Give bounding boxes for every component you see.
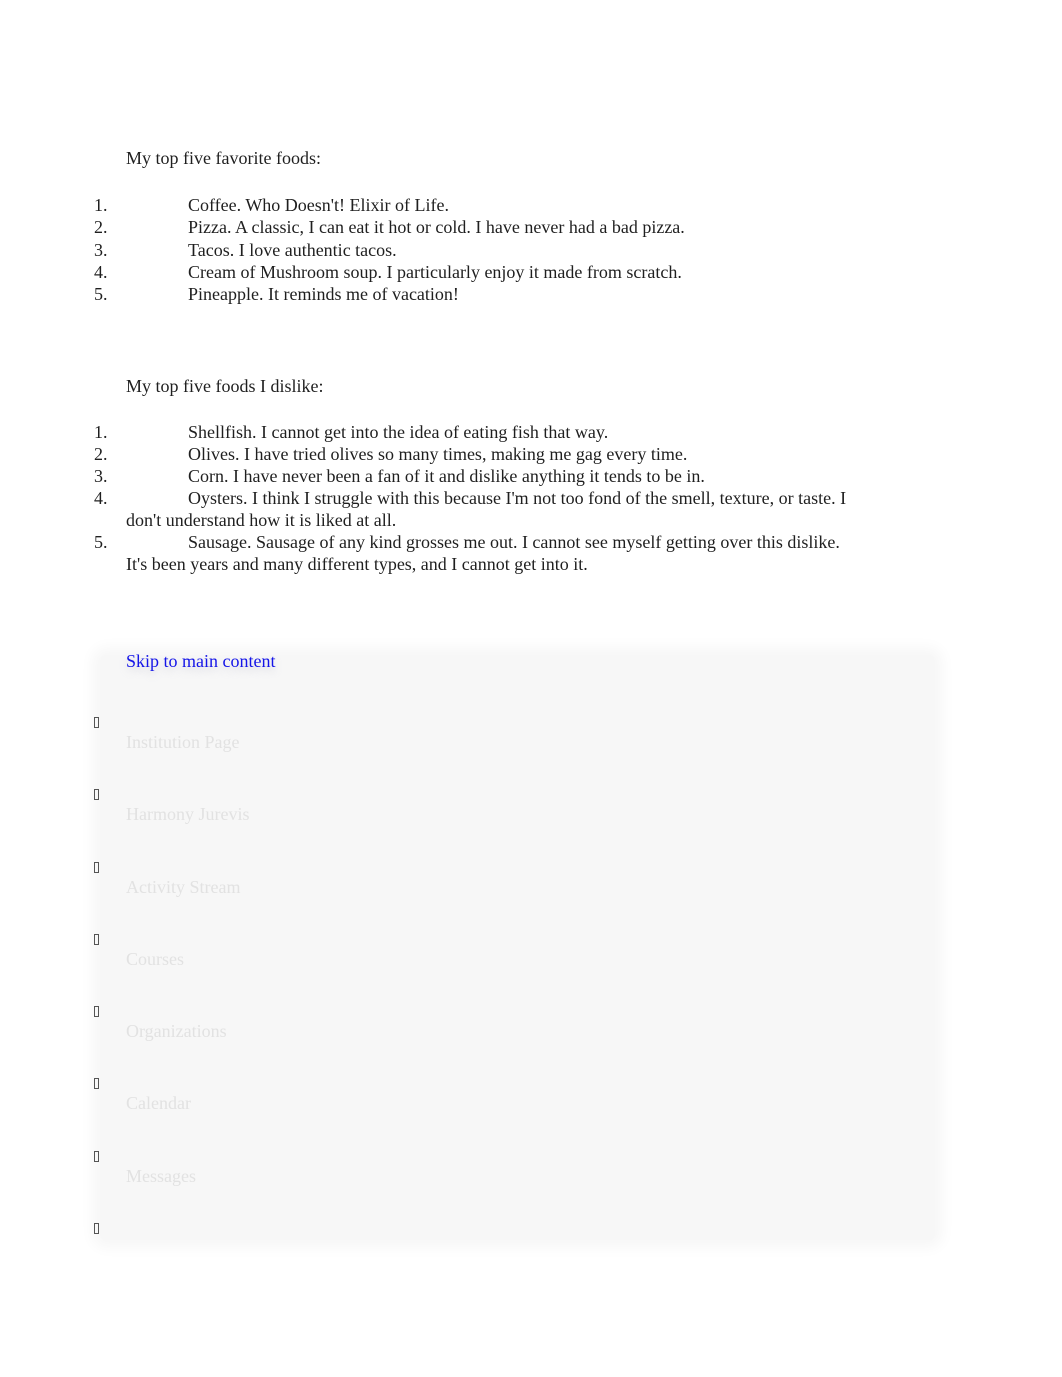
list-text: Pineapple. It reminds me of vacation! xyxy=(188,284,459,304)
dislikes-heading: My top five foods I dislike: xyxy=(126,376,324,396)
nav-item-label[interactable]: Institution Page xyxy=(126,731,240,753)
list-item: 5. Pineapple. It reminds me of vacation! xyxy=(94,283,864,305)
nav-item-activity-stream[interactable]: Activity Stream xyxy=(0,862,900,932)
missing-glyph-icon xyxy=(94,1151,99,1162)
list-number: 2. xyxy=(94,444,108,464)
list-item: 2. Olives. I have tried olives so many ti… xyxy=(94,443,864,465)
dislikes-list: 1. Shellfish. I cannot get into the idea … xyxy=(94,421,864,575)
list-text: Sausage. Sausage of any kind grosses me … xyxy=(126,532,840,574)
nav-item-label[interactable]: Calendar xyxy=(126,1092,191,1114)
list-text: Shellfish. I cannot get into the idea of… xyxy=(188,422,609,442)
list-item: 3. Corn. I have never been a fan of it an… xyxy=(94,465,864,487)
nav-item-label[interactable]: Courses xyxy=(126,948,184,970)
favorites-list: 1. Coffee. Who Doesn't! Elixir of Life. 2… xyxy=(94,194,864,305)
list-text: Pizza. A classic, I can eat it hot or co… xyxy=(188,217,685,237)
list-item: 1. Shellfish. I cannot get into the idea … xyxy=(94,421,864,443)
nav-item-label[interactable]: Messages xyxy=(126,1165,196,1187)
list-number: 3. xyxy=(94,466,108,486)
list-text: Oysters. I think I struggle with this be… xyxy=(126,488,847,530)
list-item: 1. Coffee. Who Doesn't! Elixir of Life. xyxy=(94,194,864,216)
list-text: Coffee. Who Doesn't! Elixir of Life. xyxy=(188,195,450,215)
nav-item-organizations[interactable]: Organizations xyxy=(0,1006,900,1076)
list-item: 2. Pizza. A classic, I can eat it hot or … xyxy=(94,216,864,238)
missing-glyph-icon xyxy=(94,717,99,728)
missing-glyph-icon xyxy=(94,1078,99,1089)
missing-glyph-icon xyxy=(94,934,99,945)
nav-item-messages[interactable]: Messages xyxy=(0,1151,900,1221)
list-number: 5. xyxy=(94,532,108,552)
nav-item-label[interactable]: Organizations xyxy=(126,1020,227,1042)
nav-item-calendar[interactable]: Calendar xyxy=(0,1078,900,1148)
list-number: 2. xyxy=(94,217,108,237)
list-item: 4. Oysters. I think I struggle with this … xyxy=(94,487,864,531)
list-item: 5. Sausage. Sausage of any kind grosses m… xyxy=(94,531,864,575)
list-item: 3. Tacos. I love authentic tacos. xyxy=(94,239,864,261)
skip-to-main-content-link[interactable]: Skip to main content xyxy=(126,650,275,672)
list-number: 4. xyxy=(94,488,108,508)
missing-glyph-icon xyxy=(94,862,99,873)
list-number: 1. xyxy=(94,422,108,442)
list-number: 1. xyxy=(94,195,108,215)
nav-item-label[interactable]: Harmony Jurevis xyxy=(126,803,249,825)
list-text: Tacos. I love authentic tacos. xyxy=(188,240,397,260)
favorites-heading: My top five favorite foods: xyxy=(126,148,321,168)
list-text: Corn. I have never been a fan of it and … xyxy=(188,466,705,486)
list-number: 5. xyxy=(94,284,108,304)
list-number: 4. xyxy=(94,262,108,282)
missing-glyph-icon xyxy=(94,1223,99,1234)
nav-item-harmony-jurevis[interactable]: Harmony Jurevis xyxy=(0,789,900,859)
missing-glyph-icon xyxy=(94,789,99,800)
list-number: 3. xyxy=(94,240,108,260)
nav-item-courses[interactable]: Courses xyxy=(0,934,900,1004)
nav-item-label[interactable]: Activity Stream xyxy=(126,876,240,898)
list-item: 4. Cream of Mushroom soup. I particularly… xyxy=(94,261,864,283)
missing-glyph-icon xyxy=(94,1006,99,1017)
nav-item-unlabeled[interactable] xyxy=(0,1223,900,1293)
nav-item-institution-page[interactable]: Institution Page xyxy=(0,717,900,787)
list-text: Cream of Mushroom soup. I particularly e… xyxy=(188,262,682,282)
list-text: Olives. I have tried olives so many time… xyxy=(188,444,688,464)
